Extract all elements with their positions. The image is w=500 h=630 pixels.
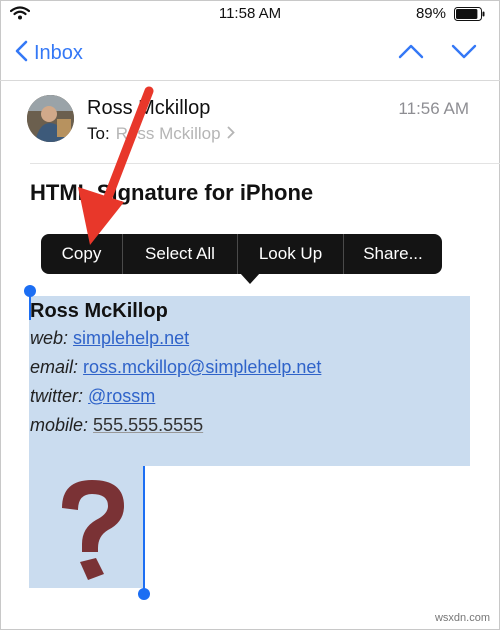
- watermark: wsxdn.com: [434, 612, 490, 624]
